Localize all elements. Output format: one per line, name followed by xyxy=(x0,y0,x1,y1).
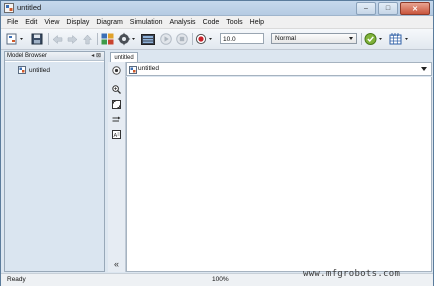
model-browser-controls[interactable]: ◂ ⊠ xyxy=(91,52,101,61)
menu-edit[interactable]: Edit xyxy=(22,19,41,26)
arrow-up-icon xyxy=(82,34,92,44)
new-model-icon xyxy=(6,33,23,45)
gear-icon xyxy=(117,32,135,46)
forward-button[interactable] xyxy=(66,32,78,46)
zoom-in-icon xyxy=(112,85,121,94)
chevron-down-icon xyxy=(349,37,353,40)
window-title: untitled xyxy=(17,3,42,12)
fit-to-view-icon xyxy=(112,100,121,109)
close-button[interactable]: ✕ xyxy=(400,2,430,15)
model-browser-panel: Model Browser ◂ ⊠ untitled xyxy=(4,51,105,272)
menu-code[interactable]: Code xyxy=(199,19,223,26)
breadcrumb-item-untitled[interactable]: untitled xyxy=(138,65,159,72)
toolbar-separator xyxy=(97,33,98,45)
model-browser-tree: untitled xyxy=(5,62,104,271)
annotation-icon: A xyxy=(112,130,121,139)
title-bar: untitled – □ ✕ xyxy=(1,1,433,16)
toolbar-separator xyxy=(192,33,193,45)
minimize-button[interactable]: – xyxy=(356,2,376,15)
watermark-text: www.mfgrobots.com xyxy=(303,269,401,279)
menu-file[interactable]: File xyxy=(1,19,22,26)
window-controls: – □ ✕ xyxy=(356,2,430,15)
menu-analysis[interactable]: Analysis xyxy=(166,19,199,26)
build-grid-icon xyxy=(389,33,408,45)
menu-bar: File Edit View Display Diagram Simulatio… xyxy=(1,16,433,29)
arrow-right-lines-icon xyxy=(112,116,121,122)
build-button[interactable] xyxy=(389,32,413,46)
maximize-button[interactable]: □ xyxy=(378,2,398,15)
menu-display[interactable]: Display xyxy=(63,19,93,26)
zoom-level: 100% xyxy=(212,276,229,283)
model-browser-title: Model Browser xyxy=(7,53,48,59)
back-button[interactable] xyxy=(51,32,63,46)
eye-icon xyxy=(112,66,121,75)
model-icon xyxy=(129,66,137,74)
menu-help[interactable]: Help xyxy=(246,19,267,26)
zoom-button[interactable] xyxy=(111,84,122,95)
model-canvas[interactable] xyxy=(126,77,432,272)
stop-icon xyxy=(176,33,188,45)
svg-text:A: A xyxy=(114,133,118,139)
play-icon xyxy=(160,33,172,45)
editor-palette: A « xyxy=(108,62,126,272)
new-model-button[interactable] xyxy=(6,32,26,46)
editor-tab-strip: untitled xyxy=(108,51,433,62)
collapse-palette-button[interactable]: « xyxy=(111,258,122,269)
arrow-left-icon xyxy=(52,34,62,44)
menu-simulation[interactable]: Simulation xyxy=(126,19,166,26)
model-advisor-button[interactable] xyxy=(364,32,386,46)
model-settings-button[interactable] xyxy=(117,32,137,46)
tab-untitled[interactable]: untitled xyxy=(110,52,138,62)
toolbar-separator xyxy=(48,33,49,45)
menu-tools[interactable]: Tools xyxy=(223,19,246,26)
up-button[interactable] xyxy=(81,32,93,46)
library-browser-icon xyxy=(101,33,113,45)
record-button[interactable] xyxy=(195,32,215,46)
model-explorer-button[interactable] xyxy=(140,32,155,46)
fit-to-view-button[interactable] xyxy=(111,99,122,110)
menu-diagram[interactable]: Diagram xyxy=(93,19,126,26)
breadcrumb: untitled xyxy=(126,62,432,76)
simulink-app-icon xyxy=(4,3,14,13)
annotation-button[interactable]: A xyxy=(111,129,122,140)
hide-show-explorer-button[interactable] xyxy=(111,65,122,76)
simulation-mode-value: Normal xyxy=(275,35,296,42)
toolbar-separator xyxy=(361,33,362,45)
model-explorer-icon xyxy=(140,33,155,45)
save-icon xyxy=(31,33,43,45)
toolbar: 10.0 Normal xyxy=(1,29,433,50)
save-button[interactable] xyxy=(30,32,44,46)
tree-item-untitled[interactable]: untitled xyxy=(18,66,50,74)
model-browser-header: Model Browser ◂ ⊠ xyxy=(5,52,104,61)
run-button[interactable] xyxy=(159,32,173,46)
stop-button[interactable] xyxy=(175,32,189,46)
model-icon xyxy=(18,66,26,74)
check-icon xyxy=(364,33,382,45)
simulink-window: untitled – □ ✕ File Edit View Display Di… xyxy=(0,0,434,286)
arrow-through-button[interactable] xyxy=(111,114,122,125)
tree-item-label: untitled xyxy=(29,66,50,74)
chevron-down-icon[interactable] xyxy=(421,67,427,71)
record-icon xyxy=(195,33,212,45)
arrow-right-icon xyxy=(67,34,77,44)
stop-time-field[interactable]: 10.0 xyxy=(220,33,264,44)
menu-view[interactable]: View xyxy=(41,19,63,26)
library-browser-button[interactable] xyxy=(100,32,114,46)
simulation-mode-select[interactable]: Normal xyxy=(271,33,357,44)
status-text: Ready xyxy=(7,276,26,283)
